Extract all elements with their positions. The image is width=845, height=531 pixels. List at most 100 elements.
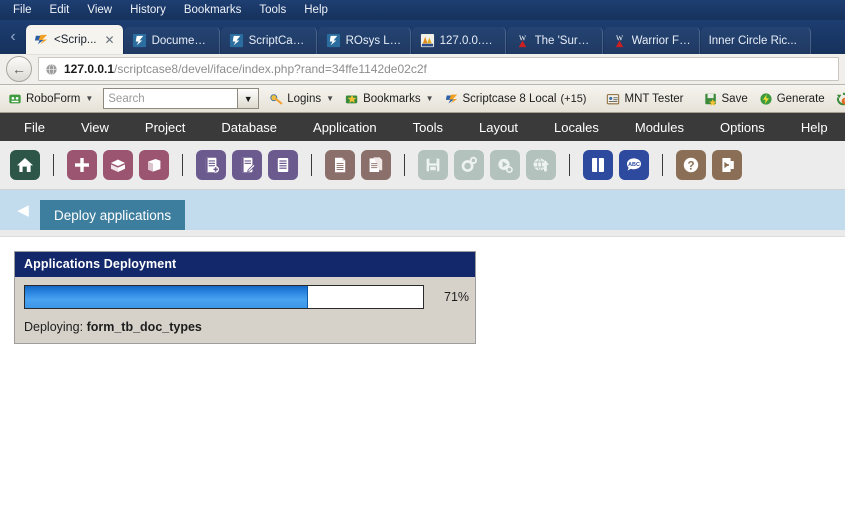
browser-menu-file[interactable]: File <box>4 1 41 19</box>
exit-icon[interactable] <box>712 150 742 180</box>
roboform-item-label: MNT Tester <box>624 92 684 105</box>
browser-tab-label: 127.0.0.1 ... <box>439 34 497 47</box>
generate-icon <box>760 92 772 105</box>
sc-menu-project[interactable]: Project <box>127 120 203 135</box>
browser-tab-label: Inner Circle Ric... <box>708 34 797 47</box>
progress-percent-label: 71% <box>444 290 470 304</box>
sc-menu-view[interactable]: View <box>63 120 127 135</box>
sc-menu-options[interactable]: Options <box>702 120 783 135</box>
sc-menu-database[interactable]: Database <box>203 120 295 135</box>
toolbar-divider <box>182 154 183 176</box>
browser-tab-rosys-login[interactable]: ROsys Login <box>317 27 411 54</box>
roboform-icon <box>9 94 21 103</box>
roboform-logins-button[interactable]: Logins ▼ <box>265 91 338 107</box>
sc-menu-modules[interactable]: Modules <box>617 120 702 135</box>
new-project-icon[interactable] <box>67 150 97 180</box>
sc-menu-tools[interactable]: Tools <box>395 120 461 135</box>
roboform-search[interactable]: ▼ <box>103 88 260 109</box>
new-form-icon[interactable] <box>325 150 355 180</box>
run-icon <box>490 150 520 180</box>
roboform-sync-button[interactable]: Sync <box>832 91 845 107</box>
browser-tab-warrior-forum[interactable]: W Warrior Fo... <box>603 27 700 54</box>
status-prefix: Deploying: <box>24 320 84 334</box>
abc-help-icon[interactable]: ABC <box>619 150 649 180</box>
roboform-save-button[interactable]: Save <box>700 91 752 107</box>
address-bar[interactable]: 127.0.0.1/scriptcase8/devel/iface/index.… <box>38 57 839 81</box>
generate-icon <box>454 150 484 180</box>
sc-menu-file[interactable]: File <box>6 120 63 135</box>
warrior-icon: W <box>615 34 624 48</box>
open-project-icon[interactable] <box>103 150 133 180</box>
help-icon[interactable]: ? <box>676 150 706 180</box>
browser-menu-edit[interactable]: Edit <box>41 1 79 19</box>
browser-menu-bookmarks[interactable]: Bookmarks <box>175 1 251 19</box>
browser-menu-history[interactable]: History <box>121 1 175 19</box>
roboform-bookmarks-button[interactable]: Bookmarks ▼ <box>341 91 437 107</box>
toolbar-divider <box>569 154 570 176</box>
manual-icon[interactable] <box>583 150 613 180</box>
svg-text:?: ? <box>687 160 694 172</box>
scriptcase-blue-icon <box>132 33 146 48</box>
search-input[interactable] <box>104 90 238 107</box>
breadcrumb-rule <box>0 230 845 237</box>
deployment-status: Deploying: form_tb_doc_types <box>24 320 466 334</box>
scriptcase-blue-icon <box>326 33 340 48</box>
browser-menu-bar: File Edit View History Bookmarks Tools H… <box>0 0 845 20</box>
breadcrumb-tab-deploy-applications[interactable]: Deploy applications <box>40 200 186 230</box>
browser-tab-document[interactable]: Document... <box>123 27 220 54</box>
sc-menu-application[interactable]: Application <box>295 120 395 135</box>
browser-tab-scriptcase[interactable]: <Scrip... ✕ <box>26 25 123 54</box>
deploy-icon <box>526 150 556 180</box>
sc-menu-locales[interactable]: Locales <box>536 120 617 135</box>
toolbar-divider <box>662 154 663 176</box>
browser-tab-survival[interactable]: W The 'Survi... <box>506 27 603 54</box>
grid-list-icon[interactable] <box>268 150 298 180</box>
browser-tab-inner-circle[interactable]: Inner Circle Ric... <box>700 27 811 54</box>
new-grid-icon[interactable] <box>196 150 226 180</box>
breadcrumb: ◀ Deploy applications <box>0 190 845 230</box>
panel-body: 71% Deploying: form_tb_doc_types <box>15 277 475 343</box>
sc-menu-help[interactable]: Help <box>783 120 845 135</box>
url-host: 127.0.0.1 <box>64 62 115 76</box>
scriptcase-menu-bar: File View Project Database Application T… <box>0 113 845 141</box>
browser-tab-localhost[interactable]: 127.0.0.1 ... <box>411 27 506 54</box>
deployment-progress-bar <box>24 285 424 309</box>
chevron-left-icon[interactable]: ‹ <box>0 20 26 54</box>
roboform-generate-button[interactable]: Generate <box>755 91 829 107</box>
project-box-icon[interactable] <box>139 150 169 180</box>
save-icon <box>418 150 448 180</box>
identity-icon <box>607 93 620 104</box>
roboform-toolbar: RoboForm ▼ ▼ Logins ▼ Bookmarks ▼ <box>0 85 845 113</box>
close-icon[interactable]: ✕ <box>105 33 115 47</box>
roboform-brand-button[interactable]: RoboForm ▼ <box>4 91 97 107</box>
browser-menu-tools[interactable]: Tools <box>250 1 295 19</box>
home-icon[interactable] <box>10 150 40 180</box>
roboform-identity-button[interactable]: MNT Tester <box>602 91 687 107</box>
back-triangle-icon[interactable]: ◀ <box>6 190 40 230</box>
applications-deployment-panel: Applications Deployment 71% Deploying: f… <box>14 251 476 344</box>
roboform-item-label: Generate <box>776 92 825 105</box>
copy-form-icon[interactable] <box>361 150 391 180</box>
edit-grid-icon[interactable] <box>232 150 262 180</box>
browser-tab-scriptcase-2[interactable]: ScriptCase... <box>220 27 317 54</box>
chevron-down-icon[interactable]: ▼ <box>237 89 259 108</box>
browser-tab-label: <Scrip... <box>54 33 97 46</box>
sc-menu-layout[interactable]: Layout <box>461 120 536 135</box>
progress-row: 71% <box>24 285 470 309</box>
key-icon <box>270 93 283 104</box>
url-text: 127.0.0.1/scriptcase8/devel/iface/index.… <box>64 62 427 76</box>
back-arrow-icon[interactable]: ← <box>6 56 32 82</box>
scriptcase-icon <box>445 94 457 103</box>
browser-menu-help[interactable]: Help <box>295 1 337 19</box>
chevron-down-icon: ▼ <box>85 94 94 103</box>
browser-menu-view[interactable]: View <box>78 1 121 19</box>
roboform-scriptcase-login[interactable]: Scriptcase 8 Local (+15) <box>441 91 591 107</box>
toolbar-divider <box>53 154 54 176</box>
roboform-item-label: Logins <box>287 92 322 105</box>
globe-icon <box>46 63 57 75</box>
browser-window: File Edit View History Bookmarks Tools H… <box>0 0 845 531</box>
sync-icon <box>836 92 845 105</box>
star-icon <box>345 94 358 103</box>
url-path: /scriptcase8/devel/iface/index.php?rand=… <box>114 62 427 76</box>
chevron-down-icon: ▼ <box>326 94 335 103</box>
